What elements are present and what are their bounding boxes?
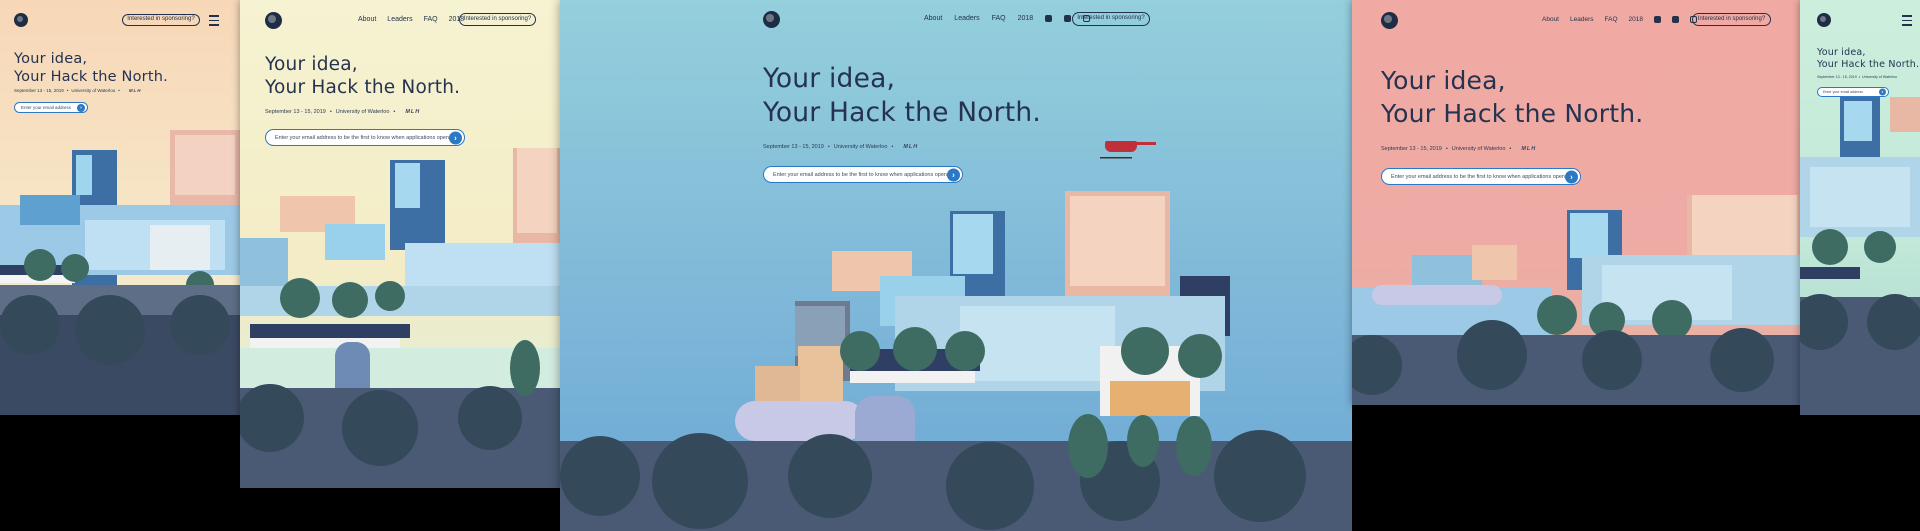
hero-line-2: Your Hack the North. (1817, 58, 1920, 70)
top-nav: About Leaders FAQ 2018 (358, 16, 464, 23)
email-input[interactable]: Enter your email address to be the first… (1381, 168, 1581, 185)
hero-headline: Your idea, Your Hack the North. (14, 50, 168, 86)
tablet-preview-cream: About Leaders FAQ 2018 Interested in spo… (240, 0, 560, 488)
event-meta: September 13 - 15, 2019 • University of … (1381, 146, 1536, 152)
event-venue: University of Waterloo (335, 109, 390, 115)
email-placeholder: Enter your email address to be the first… (1391, 173, 1565, 180)
event-date: September 13 - 15, 2019 (1381, 146, 1442, 152)
globe-logo-icon[interactable] (265, 12, 282, 29)
email-placeholder: Enter your email address (1823, 90, 1863, 94)
hero-line-1: Your idea, (1817, 47, 1866, 58)
desktop-preview-blue: About Leaders FAQ 2018 Interested in spo… (560, 0, 1352, 531)
nav-link-2018[interactable]: 2018 (1629, 16, 1643, 23)
facebook-icon[interactable] (1653, 16, 1661, 23)
top-nav: About Leaders FAQ 2018 (924, 15, 1091, 22)
hero-headline: Your idea, Your Hack the North. (1381, 65, 1643, 130)
event-venue: University of Waterloo (1451, 146, 1506, 152)
twitter-icon[interactable] (1671, 16, 1679, 23)
nav-link-faq[interactable]: FAQ (424, 16, 438, 23)
sponsor-button[interactable]: Interested in sponsoring? (1072, 12, 1150, 26)
nav-link-about[interactable]: About (924, 15, 942, 22)
hero-headline: Your idea, Your Hack the North. (1817, 47, 1919, 71)
meta-separator: • (1858, 75, 1861, 79)
mlh-logo[interactable]: MLH (1521, 146, 1536, 152)
event-venue: University of Waterloo (1862, 75, 1898, 79)
menu-icon[interactable] (209, 15, 219, 29)
mobile-preview-peach: Interested in sponsoring? Your idea, You… (0, 0, 240, 415)
meta-separator: • (1509, 146, 1512, 152)
sponsor-button[interactable]: Interested in sponsoring? (459, 13, 536, 26)
facebook-icon[interactable] (1045, 15, 1053, 22)
email-placeholder: Enter your email address to be the first… (275, 134, 449, 141)
top-nav: About Leaders FAQ 2018 (1542, 16, 1697, 23)
email-placeholder: Enter your email address (21, 105, 72, 110)
twitter-icon[interactable] (1064, 15, 1072, 22)
arrow-right-icon[interactable]: › (449, 131, 462, 144)
meta-separator: • (66, 88, 69, 93)
desktop-preview-pink: About Leaders FAQ 2018 Interested in spo… (1352, 0, 1800, 405)
nav-link-leaders[interactable]: Leaders (1570, 16, 1594, 23)
meta-separator: • (118, 88, 120, 93)
hero-line-1: Your idea, (763, 63, 896, 94)
nav-link-about[interactable]: About (358, 16, 376, 23)
nav-link-faq[interactable]: FAQ (1605, 16, 1618, 23)
arrow-right-icon[interactable]: › (1879, 88, 1886, 96)
event-meta: September 13 - 15, 2019 • University of … (265, 109, 420, 115)
hero-line-2: Your Hack the North. (1381, 98, 1644, 128)
hero-headline: Your idea, Your Hack the North. (265, 53, 460, 99)
event-meta: September 13 - 15, 2019 • University of … (14, 88, 142, 93)
meta-separator: • (393, 109, 396, 115)
hero-line-2: Your Hack the North. (265, 77, 461, 99)
meta-separator: • (1445, 146, 1448, 152)
mobile-preview-mint: Your idea, Your Hack the North. Septembe… (1800, 0, 1920, 415)
hero-line-1: Your idea, (1381, 66, 1506, 95)
city-illustration (560, 141, 1352, 531)
email-input[interactable]: Enter your email address › (1817, 87, 1889, 97)
hero-line-2: Your Hack the North. (763, 97, 1041, 129)
hero-line-1: Your idea, (14, 51, 88, 67)
city-illustration (1352, 195, 1800, 405)
globe-logo-icon[interactable] (1381, 12, 1398, 29)
nav-link-2018[interactable]: 2018 (1018, 15, 1034, 22)
city-illustration (1800, 97, 1920, 415)
event-date: September 13 - 15, 2019 (1817, 75, 1857, 79)
event-venue: University of Waterloo (71, 88, 116, 93)
nav-link-leaders[interactable]: Leaders (387, 16, 412, 23)
meta-separator: • (329, 109, 332, 115)
city-illustration (0, 130, 240, 415)
nav-link-leaders[interactable]: Leaders (954, 15, 979, 22)
mlh-logo[interactable]: MLH (129, 88, 142, 93)
event-meta: September 13 - 15, 2019 • University of … (1817, 75, 1897, 79)
sponsor-button[interactable]: Interested in sponsoring? (1692, 13, 1771, 26)
hero-line-2: Your Hack the North. (14, 69, 168, 86)
arrow-right-icon[interactable]: › (1565, 170, 1578, 183)
globe-logo-icon[interactable] (1817, 13, 1831, 27)
nav-link-faq[interactable]: FAQ (992, 15, 1006, 22)
hero-headline: Your idea, Your Hack the North. (763, 62, 1041, 131)
globe-logo-icon[interactable] (763, 11, 780, 28)
event-date: September 13 - 15, 2019 (14, 88, 64, 93)
sponsor-button[interactable]: Interested in sponsoring? (122, 14, 200, 26)
arrow-right-icon[interactable]: › (77, 103, 85, 112)
nav-link-about[interactable]: About (1542, 16, 1559, 23)
menu-icon[interactable] (1902, 15, 1912, 29)
email-input[interactable]: Enter your email address › (14, 102, 88, 113)
mlh-logo[interactable]: MLH (405, 109, 420, 115)
globe-logo-icon[interactable] (14, 13, 28, 27)
city-illustration (240, 148, 560, 488)
helicopter-icon (1100, 141, 1156, 159)
email-input[interactable]: Enter your email address to be the first… (265, 129, 465, 146)
event-date: September 13 - 15, 2019 (265, 109, 326, 115)
hero-line-1: Your idea, (265, 54, 358, 75)
